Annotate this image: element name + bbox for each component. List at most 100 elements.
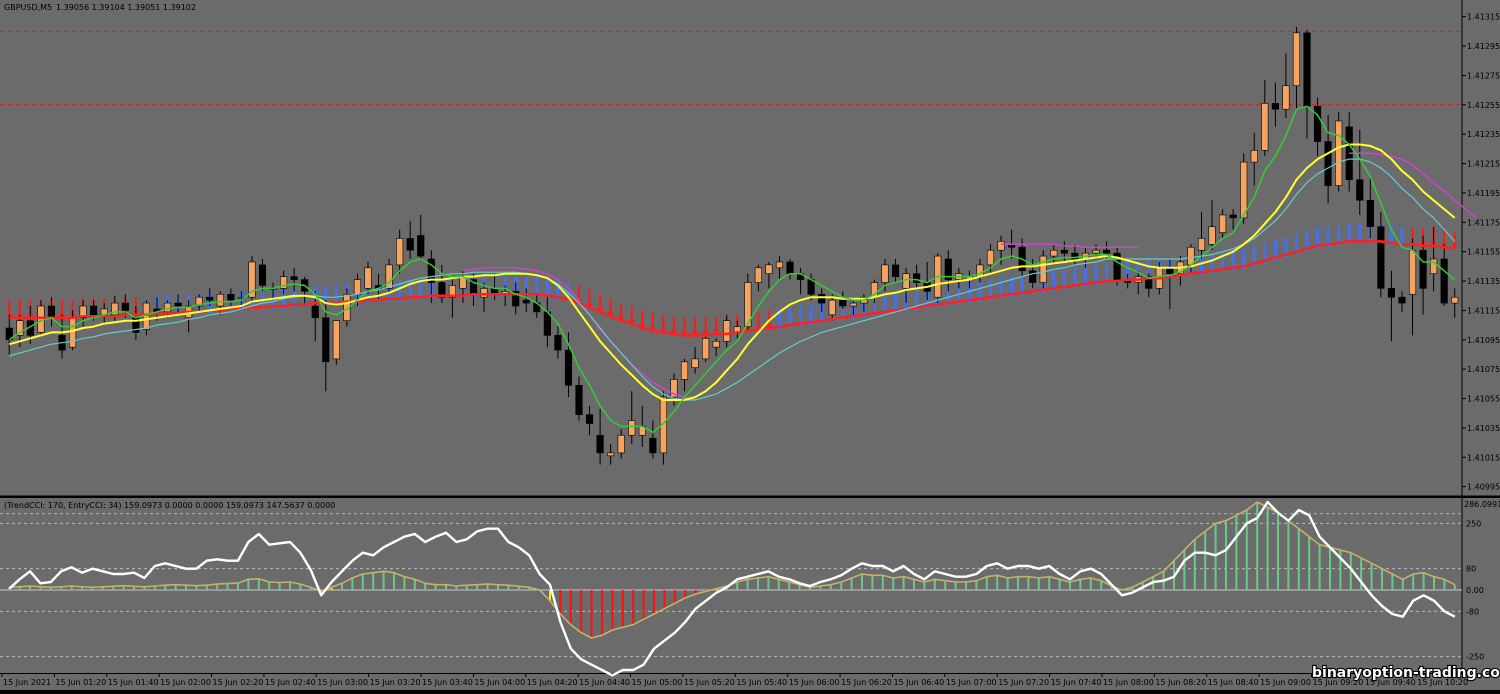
bear-candle (564, 349, 573, 386)
price-tick-label: 1.41315 (1467, 13, 1500, 22)
cci-tick-label: -250 (1466, 653, 1484, 662)
bear-candle (206, 296, 214, 301)
bull-candle (1451, 296, 1459, 304)
bear-candle (1356, 179, 1364, 201)
bull-candle (702, 338, 710, 360)
symbol-header: GBPUSD,M5 (4, 3, 52, 12)
time-tick-label: 15 Jun 02:20 (213, 678, 264, 687)
price-pane[interactable] (0, 0, 1462, 496)
bear-candle (913, 273, 921, 283)
bear-candle (596, 434, 604, 454)
bull-candle (1261, 103, 1269, 151)
bull-candle (1197, 238, 1206, 251)
time-tick-label: 15 Jun 04:20 (527, 678, 578, 687)
time-tick-label: 15 Jun 06:00 (789, 678, 840, 687)
time-tick-label: 15 Jun 04:40 (579, 678, 630, 687)
price-tick-label: 1.41015 (1467, 453, 1500, 462)
bull-candle (480, 288, 488, 298)
bull-candle (849, 302, 857, 307)
bull-candle (765, 264, 773, 275)
bull-candle (712, 340, 720, 348)
bull-candle (1050, 249, 1058, 257)
bear-candle (1271, 103, 1279, 110)
time-tick-label: 15 Jun 2021 (3, 678, 51, 687)
time-tick-label: 15 Jun 08:00 (1103, 678, 1154, 687)
time-tick-label: 15 Jun 02:40 (265, 678, 316, 687)
price-tick-label: 1.41135 (1467, 277, 1500, 286)
cci-tick-label: -80 (1466, 607, 1479, 616)
bear-candle (1029, 270, 1037, 283)
bear-candle (1377, 226, 1385, 289)
chart-window: 1.41315 1.41295 1.41275 1.41255 1.41235 1.412… (0, 0, 1500, 690)
price-tick-label: 1.41035 (1467, 424, 1500, 433)
bear-candle (1229, 214, 1237, 219)
bull-candle (775, 261, 784, 269)
bull-candle (385, 264, 393, 289)
time-tick-label: 15 Jun 06:40 (893, 678, 944, 687)
bull-candle (1250, 150, 1258, 163)
bear-candle (575, 385, 583, 415)
price-tick-label: 1.40995 (1467, 483, 1500, 492)
price-tick-label: 1.41055 (1467, 395, 1500, 404)
bear-candle (174, 302, 182, 307)
bull-candle (754, 267, 762, 283)
price-tick-label: 1.41115 (1467, 306, 1500, 315)
time-tick-label: 15 Jun 07:20 (998, 678, 1049, 687)
time-tick-label: 15 Jun 09:00 (1260, 678, 1311, 687)
bear-candle (121, 302, 129, 311)
bear-candle (1387, 288, 1395, 298)
bear-candle (807, 279, 815, 295)
bear-candle (1303, 32, 1311, 107)
time-tick-label: 15 Jun 04:00 (474, 678, 525, 687)
bull-candle (628, 420, 636, 436)
bull-candle (986, 249, 995, 266)
bear-candle (1102, 249, 1111, 254)
cci-tick-label: 0.00 (1466, 586, 1484, 595)
bull-candle (37, 305, 45, 333)
bull-candle (353, 279, 362, 295)
time-tick-label: 15 Jun 06:20 (841, 678, 892, 687)
bull-candle (1335, 120, 1343, 186)
cci-tick-label: 80 (1466, 565, 1476, 574)
bear-candle (47, 305, 56, 319)
time-tick-label: 15 Jun 03:00 (317, 678, 368, 687)
bear-candle (649, 437, 657, 454)
chart-svg: 1.41315 1.41295 1.41275 1.41255 1.41235 1.412… (0, 0, 1500, 690)
bear-candle (554, 335, 562, 351)
bull-candle (828, 299, 836, 316)
bull-candle (902, 273, 910, 289)
bear-candle (1440, 258, 1448, 304)
bear-candle (818, 293, 826, 304)
price-tick-label: 1.41275 (1467, 71, 1500, 80)
price-tick-label: 1.41215 (1467, 160, 1500, 169)
bear-candle (839, 299, 847, 307)
bull-candle (1282, 85, 1290, 110)
time-tick-label: 15 Jun 03:20 (370, 678, 421, 687)
time-tick-label: 15 Jun 01:40 (108, 678, 159, 687)
bull-candle (723, 320, 731, 342)
cci-tick-label: 250 (1466, 519, 1481, 528)
bull-candle (1219, 214, 1227, 233)
price-tick-label: 1.41095 (1467, 336, 1500, 345)
bull-candle (607, 452, 615, 457)
bear-candle (90, 305, 98, 316)
bull-candle (332, 320, 340, 360)
bear-candle (1313, 105, 1322, 142)
bear-candle (1419, 249, 1427, 289)
time-tick-label: 15 Jun 08:40 (1208, 678, 1259, 687)
bear-candle (786, 261, 794, 275)
bull-candle (69, 317, 77, 348)
price-tick-label: 1.41175 (1467, 218, 1500, 227)
bear-candle (311, 305, 319, 319)
bear-candle (406, 238, 414, 251)
watermark-text: binaryoption-trading.com (1312, 665, 1500, 681)
price-tick-label: 1.41295 (1467, 42, 1500, 51)
bear-candle (290, 276, 298, 280)
ohlc-values: 1.39056 1.39104 1.39051 1.39102 (56, 3, 196, 12)
time-tick-label: 15 Jun 08:20 (1155, 678, 1206, 687)
bull-candle (396, 238, 404, 266)
bear-candle (1366, 199, 1374, 228)
price-tick-label: 1.41155 (1467, 248, 1500, 257)
bull-candle (680, 361, 689, 380)
indicator-label: (TrendCCI: 170, EntryCCI: 34) 159.0973 0… (4, 501, 335, 510)
